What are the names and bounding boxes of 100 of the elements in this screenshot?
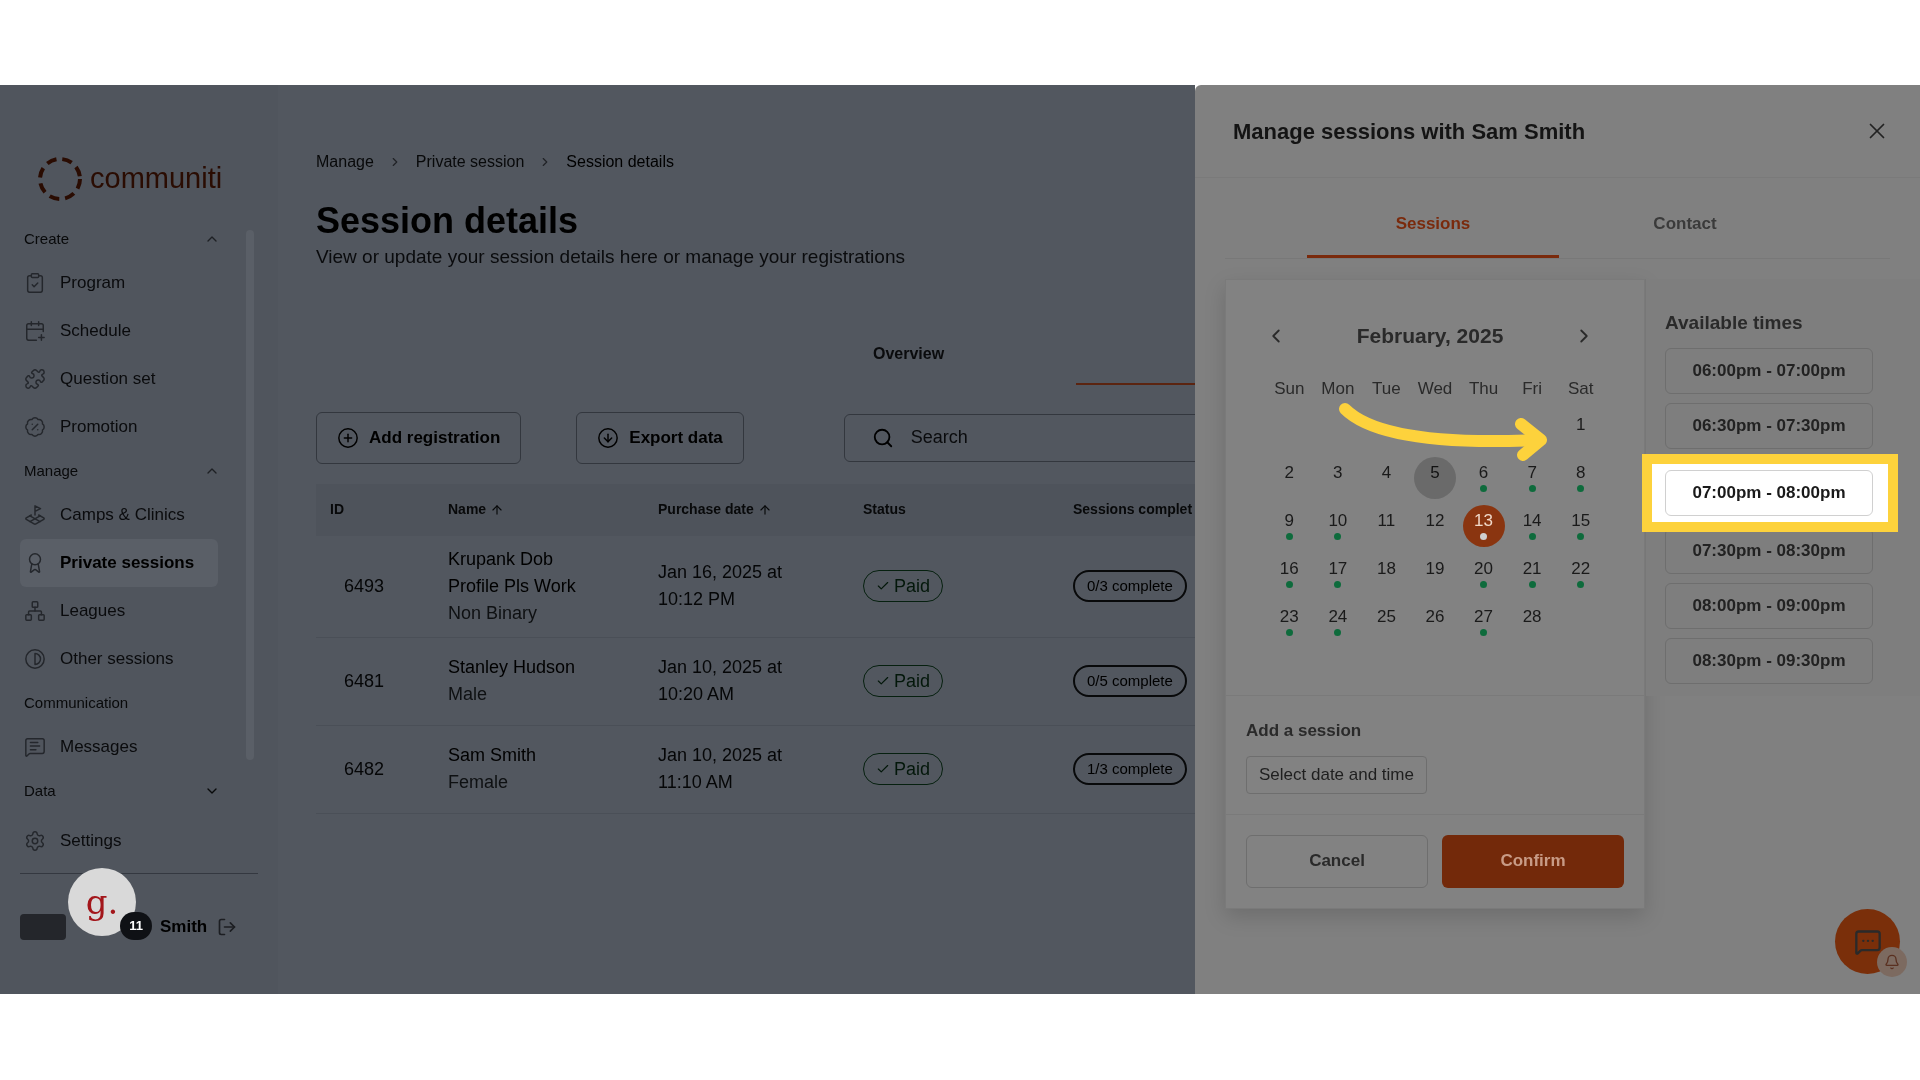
column-header[interactable]: Name bbox=[448, 499, 487, 520]
calendar-day[interactable]: 25 bbox=[1365, 600, 1408, 643]
sidebar-item[interactable]: Promotion bbox=[20, 403, 218, 451]
panel-title: Available times bbox=[1665, 311, 1804, 335]
column-header[interactable]: Sessions complet bbox=[1073, 499, 1193, 520]
table-cell-text: Jan 16, 2025 at 10:12 PM bbox=[658, 561, 784, 611]
customer-gender: Male bbox=[448, 683, 488, 706]
sidebar-item[interactable]: Private sessions bbox=[20, 539, 218, 587]
section-title: Communication bbox=[23, 692, 129, 713]
logout-icon[interactable] bbox=[217, 917, 238, 937]
calendar-day[interactable]: 24 bbox=[1316, 600, 1359, 643]
calendar-day[interactable]: 2 bbox=[1268, 456, 1311, 499]
search-field[interactable]: Search bbox=[843, 413, 1195, 462]
progress-badge: 0/5 complete bbox=[1073, 665, 1187, 697]
calendar-day[interactable]: 27 bbox=[1462, 600, 1505, 643]
bell-icon[interactable] bbox=[1877, 947, 1907, 977]
customer-name: Krupank Dob Profile Pls Work bbox=[448, 547, 577, 598]
settings-icon bbox=[24, 830, 46, 852]
column-header[interactable]: ID bbox=[330, 499, 344, 520]
dialog-title: Manage sessions with Sam Smith bbox=[1233, 117, 1586, 146]
select-date-button[interactable]: Select date and time bbox=[1246, 755, 1427, 794]
calendar-day[interactable]: 13 bbox=[1462, 504, 1505, 547]
sidebar-item[interactable]: Camps & Clinics bbox=[20, 491, 218, 539]
calendar-day[interactable]: 19 bbox=[1414, 552, 1456, 595]
calendar-day[interactable]: 23 bbox=[1268, 600, 1311, 643]
calendar-day[interactable]: 18 bbox=[1365, 552, 1408, 595]
time-slot[interactable]: 07:00pm - 08:00pm bbox=[1665, 469, 1873, 516]
table-cell: 6481 bbox=[344, 670, 385, 691]
calendar-day[interactable]: 8 bbox=[1559, 456, 1602, 499]
breadcrumb-link[interactable]: Manage bbox=[316, 150, 374, 174]
calendar-day[interactable]: 17 bbox=[1316, 552, 1359, 595]
column-header[interactable]: Status bbox=[863, 499, 906, 520]
calendar-day[interactable]: 3 bbox=[1316, 456, 1359, 499]
tab[interactable]: Sessions bbox=[1307, 211, 1559, 258]
weekday-label: Wed bbox=[1417, 377, 1453, 400]
sidebar-item[interactable]: Messages bbox=[20, 723, 218, 771]
calendar-icon bbox=[24, 320, 46, 342]
calendar-day[interactable]: 10 bbox=[1316, 504, 1359, 547]
tab[interactable]: Contact bbox=[1559, 211, 1811, 258]
calendar-day[interactable]: 21 bbox=[1511, 552, 1554, 595]
sort-arrow-icon[interactable] bbox=[757, 502, 772, 517]
column-header[interactable]: Purchase date bbox=[658, 499, 754, 520]
weekday-label: Sat bbox=[1567, 377, 1594, 400]
table-cell: 6482 bbox=[344, 758, 385, 779]
time-slot[interactable]: 08:00pm - 09:00pm bbox=[1665, 582, 1873, 629]
time-slot[interactable]: 08:30pm - 09:30pm bbox=[1665, 637, 1873, 684]
calendar-day[interactable]: 6 bbox=[1462, 456, 1505, 499]
section-title: Create bbox=[23, 228, 70, 249]
page-title: Session details bbox=[316, 199, 580, 243]
calendar-day[interactable]: 15 bbox=[1559, 504, 1602, 547]
weekday-label: Thu bbox=[1468, 377, 1499, 400]
download-icon bbox=[597, 426, 620, 449]
sidebar-item[interactable]: Program bbox=[20, 259, 218, 307]
time-slot[interactable]: 06:00pm - 07:00pm bbox=[1665, 347, 1873, 394]
cancel-button[interactable]: Cancel bbox=[1246, 834, 1428, 888]
puzzle-icon bbox=[24, 368, 46, 390]
calendar-day[interactable]: 16 bbox=[1268, 552, 1311, 595]
check-icon bbox=[876, 762, 890, 776]
calendar-day[interactable]: 5 bbox=[1414, 456, 1456, 499]
action-button[interactable]: Export data bbox=[576, 411, 744, 464]
clipboard-icon bbox=[24, 272, 46, 294]
breadcrumb-link[interactable]: Session details bbox=[566, 150, 674, 174]
calendar-day[interactable]: 7 bbox=[1511, 456, 1554, 499]
section-title: Add a session bbox=[1246, 720, 1363, 742]
progress-badge: 1/3 complete bbox=[1073, 753, 1187, 785]
calendar-day[interactable]: 20 bbox=[1462, 552, 1505, 595]
calendar-day[interactable]: 22 bbox=[1559, 552, 1602, 595]
customer-name: Stanley Hudson bbox=[448, 656, 577, 679]
calendar-day[interactable]: 26 bbox=[1414, 600, 1456, 643]
progress-badge: 0/3 complete bbox=[1073, 570, 1187, 602]
calendar-day[interactable]: 12 bbox=[1414, 504, 1456, 547]
percent-icon bbox=[24, 416, 46, 438]
message-icon bbox=[24, 736, 46, 758]
calendar-day[interactable]: 1 bbox=[1559, 408, 1602, 451]
sidebar-item[interactable]: Settings bbox=[20, 817, 258, 865]
page-subtitle: View or update your session details here or manage your registrations bbox=[316, 245, 906, 269]
action-button[interactable]: Add registration bbox=[316, 411, 522, 464]
plus-circle-icon bbox=[337, 426, 359, 449]
calendar-day[interactable]: 14 bbox=[1511, 504, 1554, 547]
search-icon bbox=[871, 426, 894, 449]
sidebar-item[interactable]: Schedule bbox=[20, 307, 218, 355]
logo-placeholder bbox=[20, 914, 66, 940]
time-slot[interactable]: 06:30pm - 07:30pm bbox=[1665, 402, 1873, 449]
table-cell: 6493 bbox=[344, 575, 385, 596]
check-icon bbox=[876, 674, 890, 688]
calendar-day[interactable]: 28 bbox=[1511, 600, 1554, 643]
section-title: Data bbox=[23, 780, 56, 801]
breadcrumb-link[interactable]: Private session bbox=[415, 150, 525, 174]
logo-text: communiti bbox=[90, 161, 223, 197]
sidebar-item[interactable]: Leagues bbox=[20, 587, 218, 635]
confirm-button[interactable]: Confirm bbox=[1442, 834, 1624, 888]
calendar-day[interactable]: 4 bbox=[1365, 456, 1408, 499]
calendar-day[interactable]: 9 bbox=[1268, 504, 1311, 547]
table-cell-text: Jan 10, 2025 at 11:10 AM bbox=[658, 744, 784, 794]
sidebar-item[interactable]: Question set bbox=[20, 355, 218, 403]
flag-icon bbox=[24, 504, 46, 526]
table-cell-text: Jan 10, 2025 at 10:20 AM bbox=[658, 656, 784, 706]
tab[interactable]: Overview bbox=[861, 341, 957, 380]
calendar-day[interactable]: 11 bbox=[1365, 504, 1408, 547]
sidebar-item[interactable]: Other sessions bbox=[20, 635, 218, 683]
